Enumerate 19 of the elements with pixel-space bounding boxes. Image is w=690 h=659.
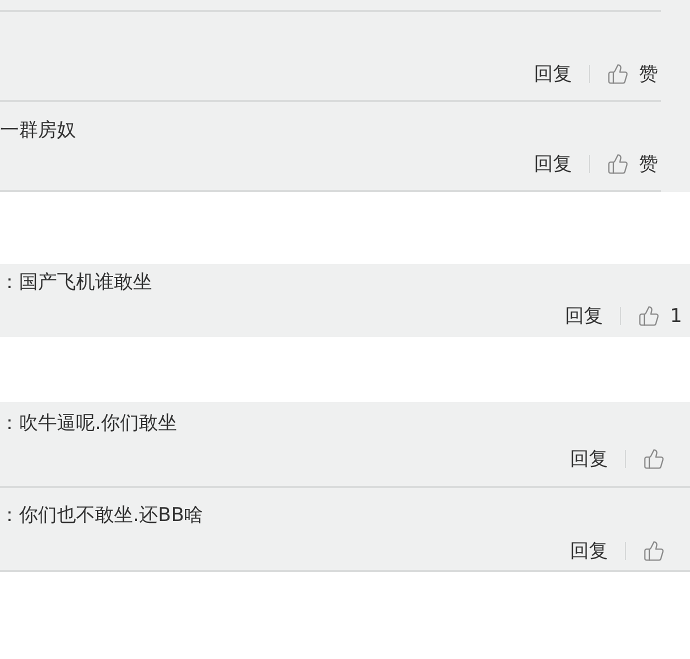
like-button[interactable]: 1 [638,304,682,328]
thumbs-up-icon [643,540,665,562]
like-button[interactable] [643,448,665,470]
like-button[interactable] [643,540,665,562]
comment-text: ：国产飞机谁敢坐 [0,270,152,294]
reply-link[interactable]: 回复 [534,62,572,86]
comment-text: ：吹牛逼呢.你们敢坐 [0,411,178,435]
reply-link[interactable]: 回复 [534,152,572,176]
thumbs-up-icon [638,305,660,327]
comment-text: ：你们也不敢坐.还BB啥 [0,503,204,527]
thumbs-up-icon [607,63,629,85]
reply-link[interactable]: 回复 [570,539,608,563]
comment-text: 一群房奴 [0,118,76,142]
reply-link[interactable]: 回复 [570,447,608,471]
like-button[interactable]: 赞 [607,62,658,86]
thumbs-up-icon [607,153,629,175]
like-button[interactable]: 赞 [607,152,658,176]
reply-link[interactable]: 回复 [565,304,603,328]
thumbs-up-icon [643,448,665,470]
